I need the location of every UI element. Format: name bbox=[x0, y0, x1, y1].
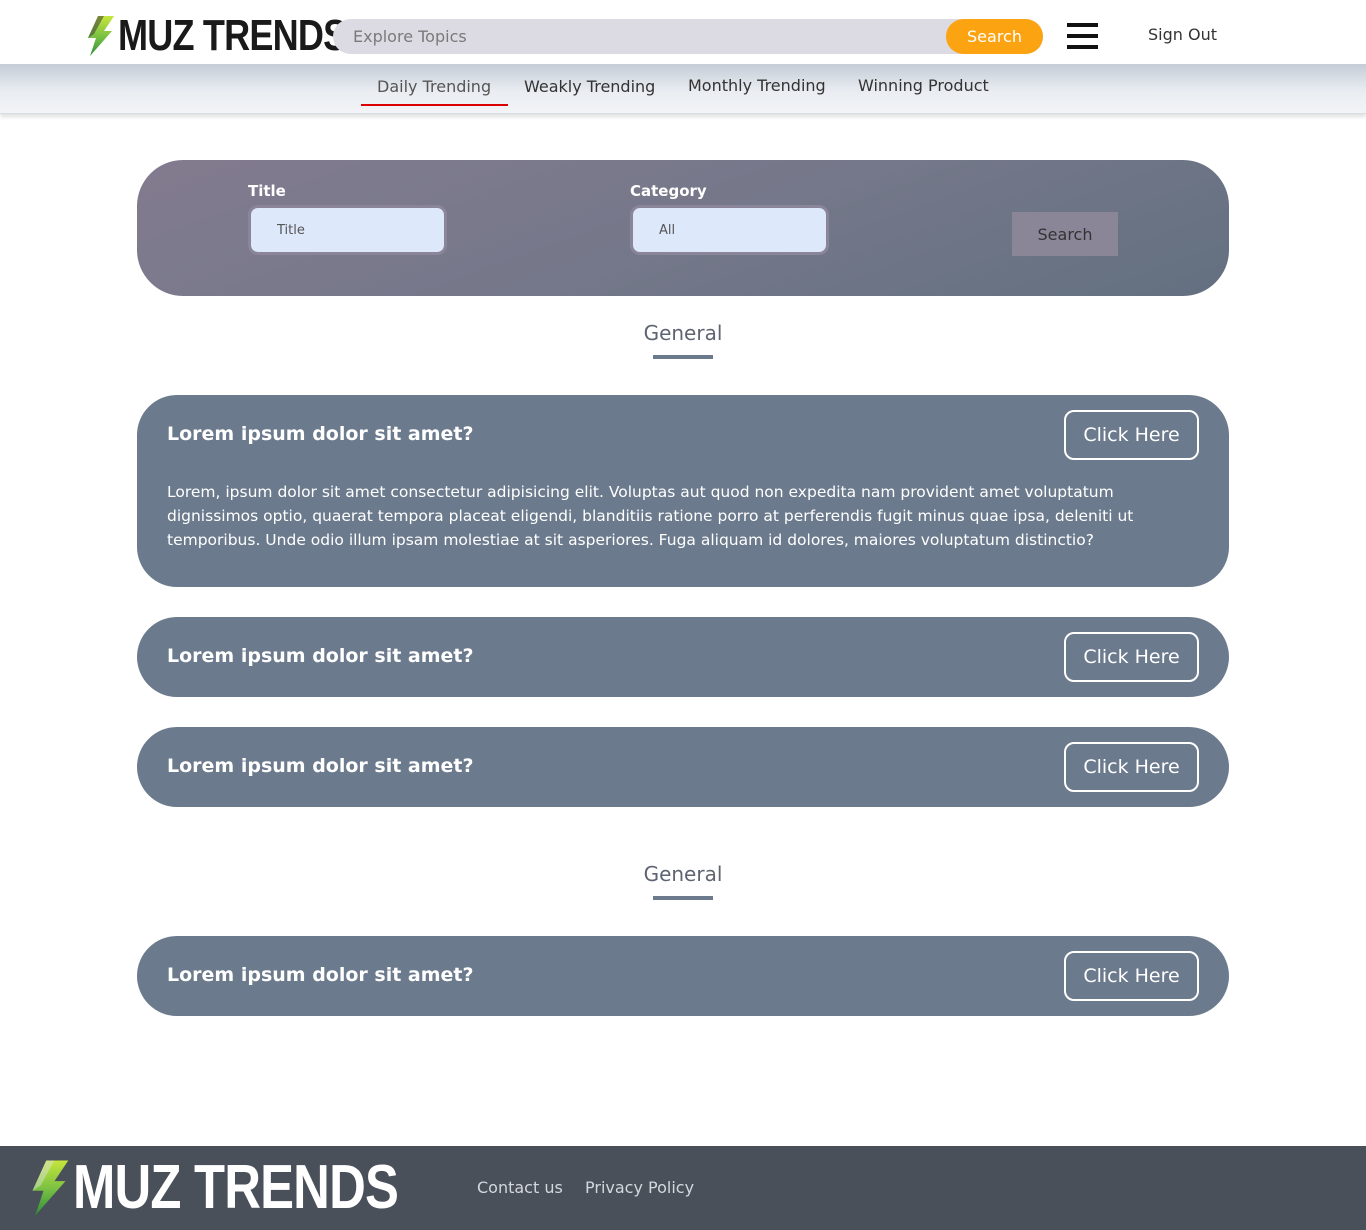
tab-monthly-trending[interactable]: Monthly Trending bbox=[688, 76, 826, 95]
card-title: Lorem ipsum dolor sit amet? bbox=[167, 645, 474, 667]
top-header: MUZ TRENDS Search Sign Out bbox=[0, 0, 1366, 64]
section-title: General bbox=[643, 321, 723, 345]
contact-us-link[interactable]: Contact us bbox=[477, 1178, 563, 1197]
card-body-text: Lorem, ipsum dolor sit amet consectetur … bbox=[167, 483, 1134, 549]
faq-card: Lorem ipsum dolor sit amet? Click Here bbox=[137, 617, 1229, 697]
lightning-bolt-logo-icon bbox=[32, 1160, 69, 1216]
privacy-policy-link[interactable]: Privacy Policy bbox=[585, 1178, 694, 1197]
category-filter-label: Category bbox=[630, 182, 707, 200]
faq-card: Lorem ipsum dolor sit amet? Click Here bbox=[137, 727, 1229, 807]
topic-search-button[interactable]: Search bbox=[946, 19, 1043, 54]
topic-search-input[interactable] bbox=[333, 19, 945, 54]
click-here-button[interactable]: Click Here bbox=[1064, 742, 1199, 792]
tab-weakly-trending[interactable]: Weakly Trending bbox=[524, 77, 655, 96]
logo-text: MUZ TRENDS bbox=[118, 11, 347, 60]
card-title: Lorem ipsum dolor sit amet? bbox=[167, 755, 474, 777]
section-title: General bbox=[643, 862, 723, 886]
faq-card: Lorem ipsum dolor sit amet? Click Here L… bbox=[137, 395, 1229, 587]
trending-nav: Daily Trending Weakly Trending Monthly T… bbox=[0, 64, 1366, 114]
hamburger-menu-icon[interactable] bbox=[1067, 23, 1098, 50]
active-tab-indicator bbox=[361, 104, 508, 106]
tab-daily-trending[interactable]: Daily Trending bbox=[377, 77, 491, 96]
click-here-button[interactable]: Click Here bbox=[1064, 632, 1199, 682]
sign-out-link[interactable]: Sign Out bbox=[1148, 25, 1217, 44]
topic-search-bar: Search bbox=[333, 19, 1043, 54]
category-select[interactable]: All bbox=[630, 205, 829, 255]
tab-winning-product[interactable]: Winning Product bbox=[858, 76, 989, 95]
site-footer: MUZ TRENDS Contact us Privacy Policy bbox=[0, 1146, 1366, 1230]
filter-search-button[interactable]: Search bbox=[1012, 212, 1118, 256]
faq-card: Lorem ipsum dolor sit amet? Click Here bbox=[137, 936, 1229, 1016]
lightning-bolt-logo-icon bbox=[88, 16, 114, 56]
title-filter-input[interactable] bbox=[248, 205, 447, 255]
footer-logo-text: MUZ TRENDS bbox=[73, 1153, 399, 1222]
footer-logo[interactable]: MUZ TRENDS bbox=[27, 1153, 469, 1222]
title-filter-label: Title bbox=[248, 182, 286, 200]
card-title: Lorem ipsum dolor sit amet? bbox=[167, 964, 474, 986]
filter-panel: Title Category All Search bbox=[137, 160, 1229, 296]
click-here-button[interactable]: Click Here bbox=[1064, 410, 1199, 460]
click-here-button[interactable]: Click Here bbox=[1064, 951, 1199, 1001]
category-select-value: All bbox=[659, 222, 676, 238]
section-title-underline bbox=[653, 355, 713, 359]
section-title-underline bbox=[653, 896, 713, 900]
card-title: Lorem ipsum dolor sit amet? bbox=[167, 423, 474, 445]
